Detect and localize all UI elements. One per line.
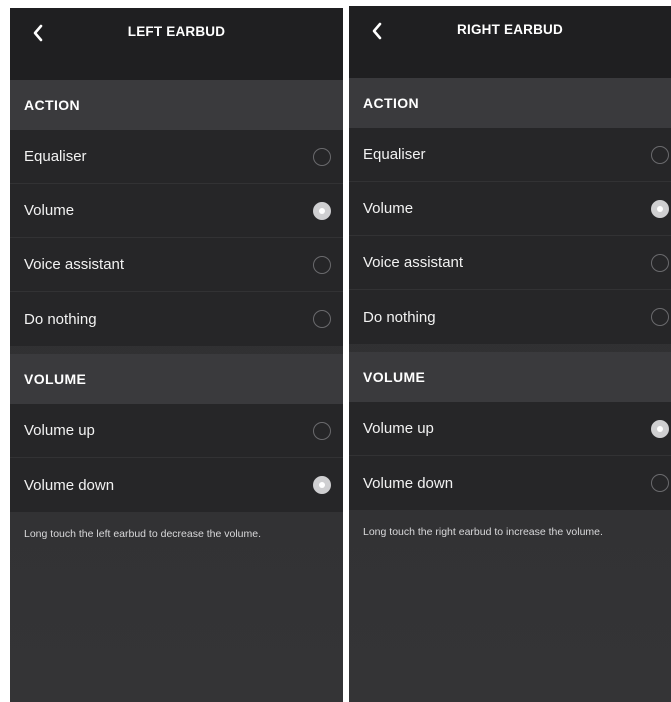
volume-option-up[interactable]: Volume up: [349, 402, 671, 456]
action-option-volume[interactable]: Volume: [10, 184, 343, 238]
action-option-equaliser[interactable]: Equaliser: [10, 130, 343, 184]
option-label: Volume: [363, 200, 414, 217]
radio-unselected-icon[interactable]: [313, 255, 331, 274]
volume-option-up[interactable]: Volume up: [10, 404, 343, 458]
volume-list: Volume up Volume down: [349, 402, 671, 510]
page-title: RIGHT EARBUD: [457, 22, 563, 37]
right-earbud-screen: RIGHT EARBUD ACTION Equaliser Volume Voi…: [349, 6, 671, 702]
option-label: Volume up: [24, 422, 95, 439]
hint-text: Long touch the left earbud to decrease t…: [24, 528, 261, 540]
option-label: Do nothing: [24, 310, 97, 328]
option-label: Volume up: [363, 420, 434, 437]
action-option-do-nothing[interactable]: Do nothing: [349, 290, 671, 344]
option-label: Volume down: [363, 474, 454, 492]
option-label: Do nothing: [363, 308, 436, 326]
action-option-equaliser[interactable]: Equaliser: [349, 128, 671, 182]
action-list: Equaliser Volume Voice assistant Do noth…: [10, 130, 343, 346]
option-label: Equaliser: [24, 148, 87, 165]
action-option-voice-assistant[interactable]: Voice assistant: [10, 238, 343, 292]
option-label: Volume down: [24, 476, 115, 494]
radio-selected-icon[interactable]: [313, 476, 331, 494]
radio-unselected-icon[interactable]: [651, 253, 669, 272]
action-section-header: ACTION: [10, 80, 343, 130]
radio-unselected-icon[interactable]: [651, 145, 669, 164]
radio-unselected-icon[interactable]: [313, 147, 331, 166]
volume-option-down[interactable]: Volume down: [349, 456, 671, 510]
action-list: Equaliser Volume Voice assistant Do noth…: [349, 128, 671, 344]
radio-selected-icon[interactable]: [651, 199, 669, 218]
option-label: Volume: [24, 202, 75, 219]
action-option-volume[interactable]: Volume: [349, 182, 671, 236]
option-label: Equaliser: [363, 146, 426, 163]
radio-unselected-icon[interactable]: [651, 474, 669, 492]
action-option-voice-assistant[interactable]: Voice assistant: [349, 236, 671, 290]
page-title: LEFT EARBUD: [127, 24, 226, 39]
left-header: LEFT EARBUD: [10, 8, 343, 80]
radio-selected-icon[interactable]: [651, 419, 669, 438]
option-label: Voice assistant: [24, 256, 125, 273]
action-section-header: ACTION: [349, 78, 671, 128]
volume-option-down[interactable]: Volume down: [10, 458, 343, 512]
left-earbud-screen: LEFT EARBUD ACTION Equaliser Volume Voic…: [10, 8, 343, 702]
radio-selected-icon[interactable]: [313, 201, 331, 220]
radio-unselected-icon[interactable]: [651, 308, 669, 326]
right-header: RIGHT EARBUD: [349, 6, 671, 78]
volume-section-header: VOLUME: [349, 352, 671, 402]
volume-section-header: VOLUME: [10, 354, 343, 404]
hint-text: Long touch the right earbud to increase …: [363, 526, 603, 538]
screenshot-canvas: LEFT EARBUD ACTION Equaliser Volume Voic…: [0, 0, 671, 702]
volume-list: Volume up Volume down: [10, 404, 343, 512]
option-label: Voice assistant: [363, 254, 464, 271]
radio-unselected-icon[interactable]: [313, 421, 331, 440]
radio-unselected-icon[interactable]: [313, 310, 331, 328]
action-option-do-nothing[interactable]: Do nothing: [10, 292, 343, 346]
